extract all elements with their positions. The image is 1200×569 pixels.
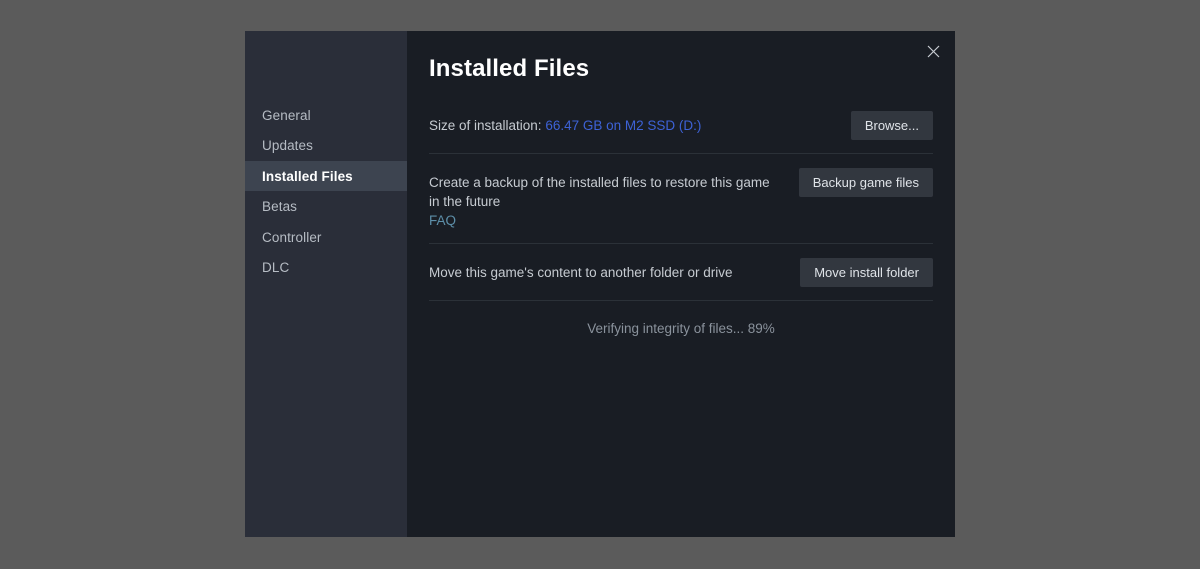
sidebar-item-betas[interactable]: Betas — [245, 192, 407, 222]
page-title: Installed Files — [429, 55, 933, 83]
sidebar-item-label: Controller — [262, 230, 322, 245]
browse-button[interactable]: Browse... — [851, 111, 933, 140]
size-of-installation-row: Size of installation: 66.47 GB on M2 SSD… — [429, 105, 933, 153]
size-of-installation-label: Size of installation: — [429, 118, 545, 133]
move-install-folder-row: Move this game's content to another fold… — [429, 244, 933, 300]
size-of-installation-text: Size of installation: 66.47 GB on M2 SSD… — [429, 111, 701, 135]
sidebar-item-controller[interactable]: Controller — [245, 222, 407, 252]
sidebar-nav-list: General Updates Installed Files Betas Co… — [245, 100, 407, 283]
sidebar-item-installed-files[interactable]: Installed Files — [245, 161, 407, 191]
backup-game-files-button[interactable]: Backup game files — [799, 168, 933, 197]
row-divider — [429, 300, 933, 301]
backup-description-block: Create a backup of the installed files t… — [429, 168, 779, 230]
settings-sidebar: General Updates Installed Files Betas Co… — [245, 31, 407, 537]
sidebar-item-label: General — [262, 108, 311, 123]
move-description: Move this game's content to another fold… — [429, 258, 733, 282]
sidebar-item-label: Betas — [262, 199, 297, 214]
sidebar-item-label: DLC — [262, 260, 289, 275]
move-install-folder-button[interactable]: Move install folder — [800, 258, 933, 287]
verification-status: Verifying integrity of files... 89% — [429, 321, 933, 336]
sidebar-item-label: Installed Files — [262, 169, 353, 184]
sidebar-item-updates[interactable]: Updates — [245, 131, 407, 161]
close-icon[interactable] — [918, 36, 948, 66]
sidebar-item-general[interactable]: General — [245, 100, 407, 130]
backup-description: Create a backup of the installed files t… — [429, 173, 779, 211]
installed-files-dialog: General Updates Installed Files Betas Co… — [245, 31, 955, 537]
sidebar-item-dlc[interactable]: DLC — [245, 253, 407, 283]
sidebar-item-label: Updates — [262, 138, 313, 153]
faq-link[interactable]: FAQ — [429, 211, 456, 230]
installed-files-panel: Installed Files Size of installation: 66… — [407, 31, 955, 537]
install-location-link[interactable]: 66.47 GB on M2 SSD (D:) — [545, 118, 701, 133]
backup-row: Create a backup of the installed files t… — [429, 154, 933, 243]
settings-rows: Size of installation: 66.47 GB on M2 SSD… — [429, 105, 933, 336]
